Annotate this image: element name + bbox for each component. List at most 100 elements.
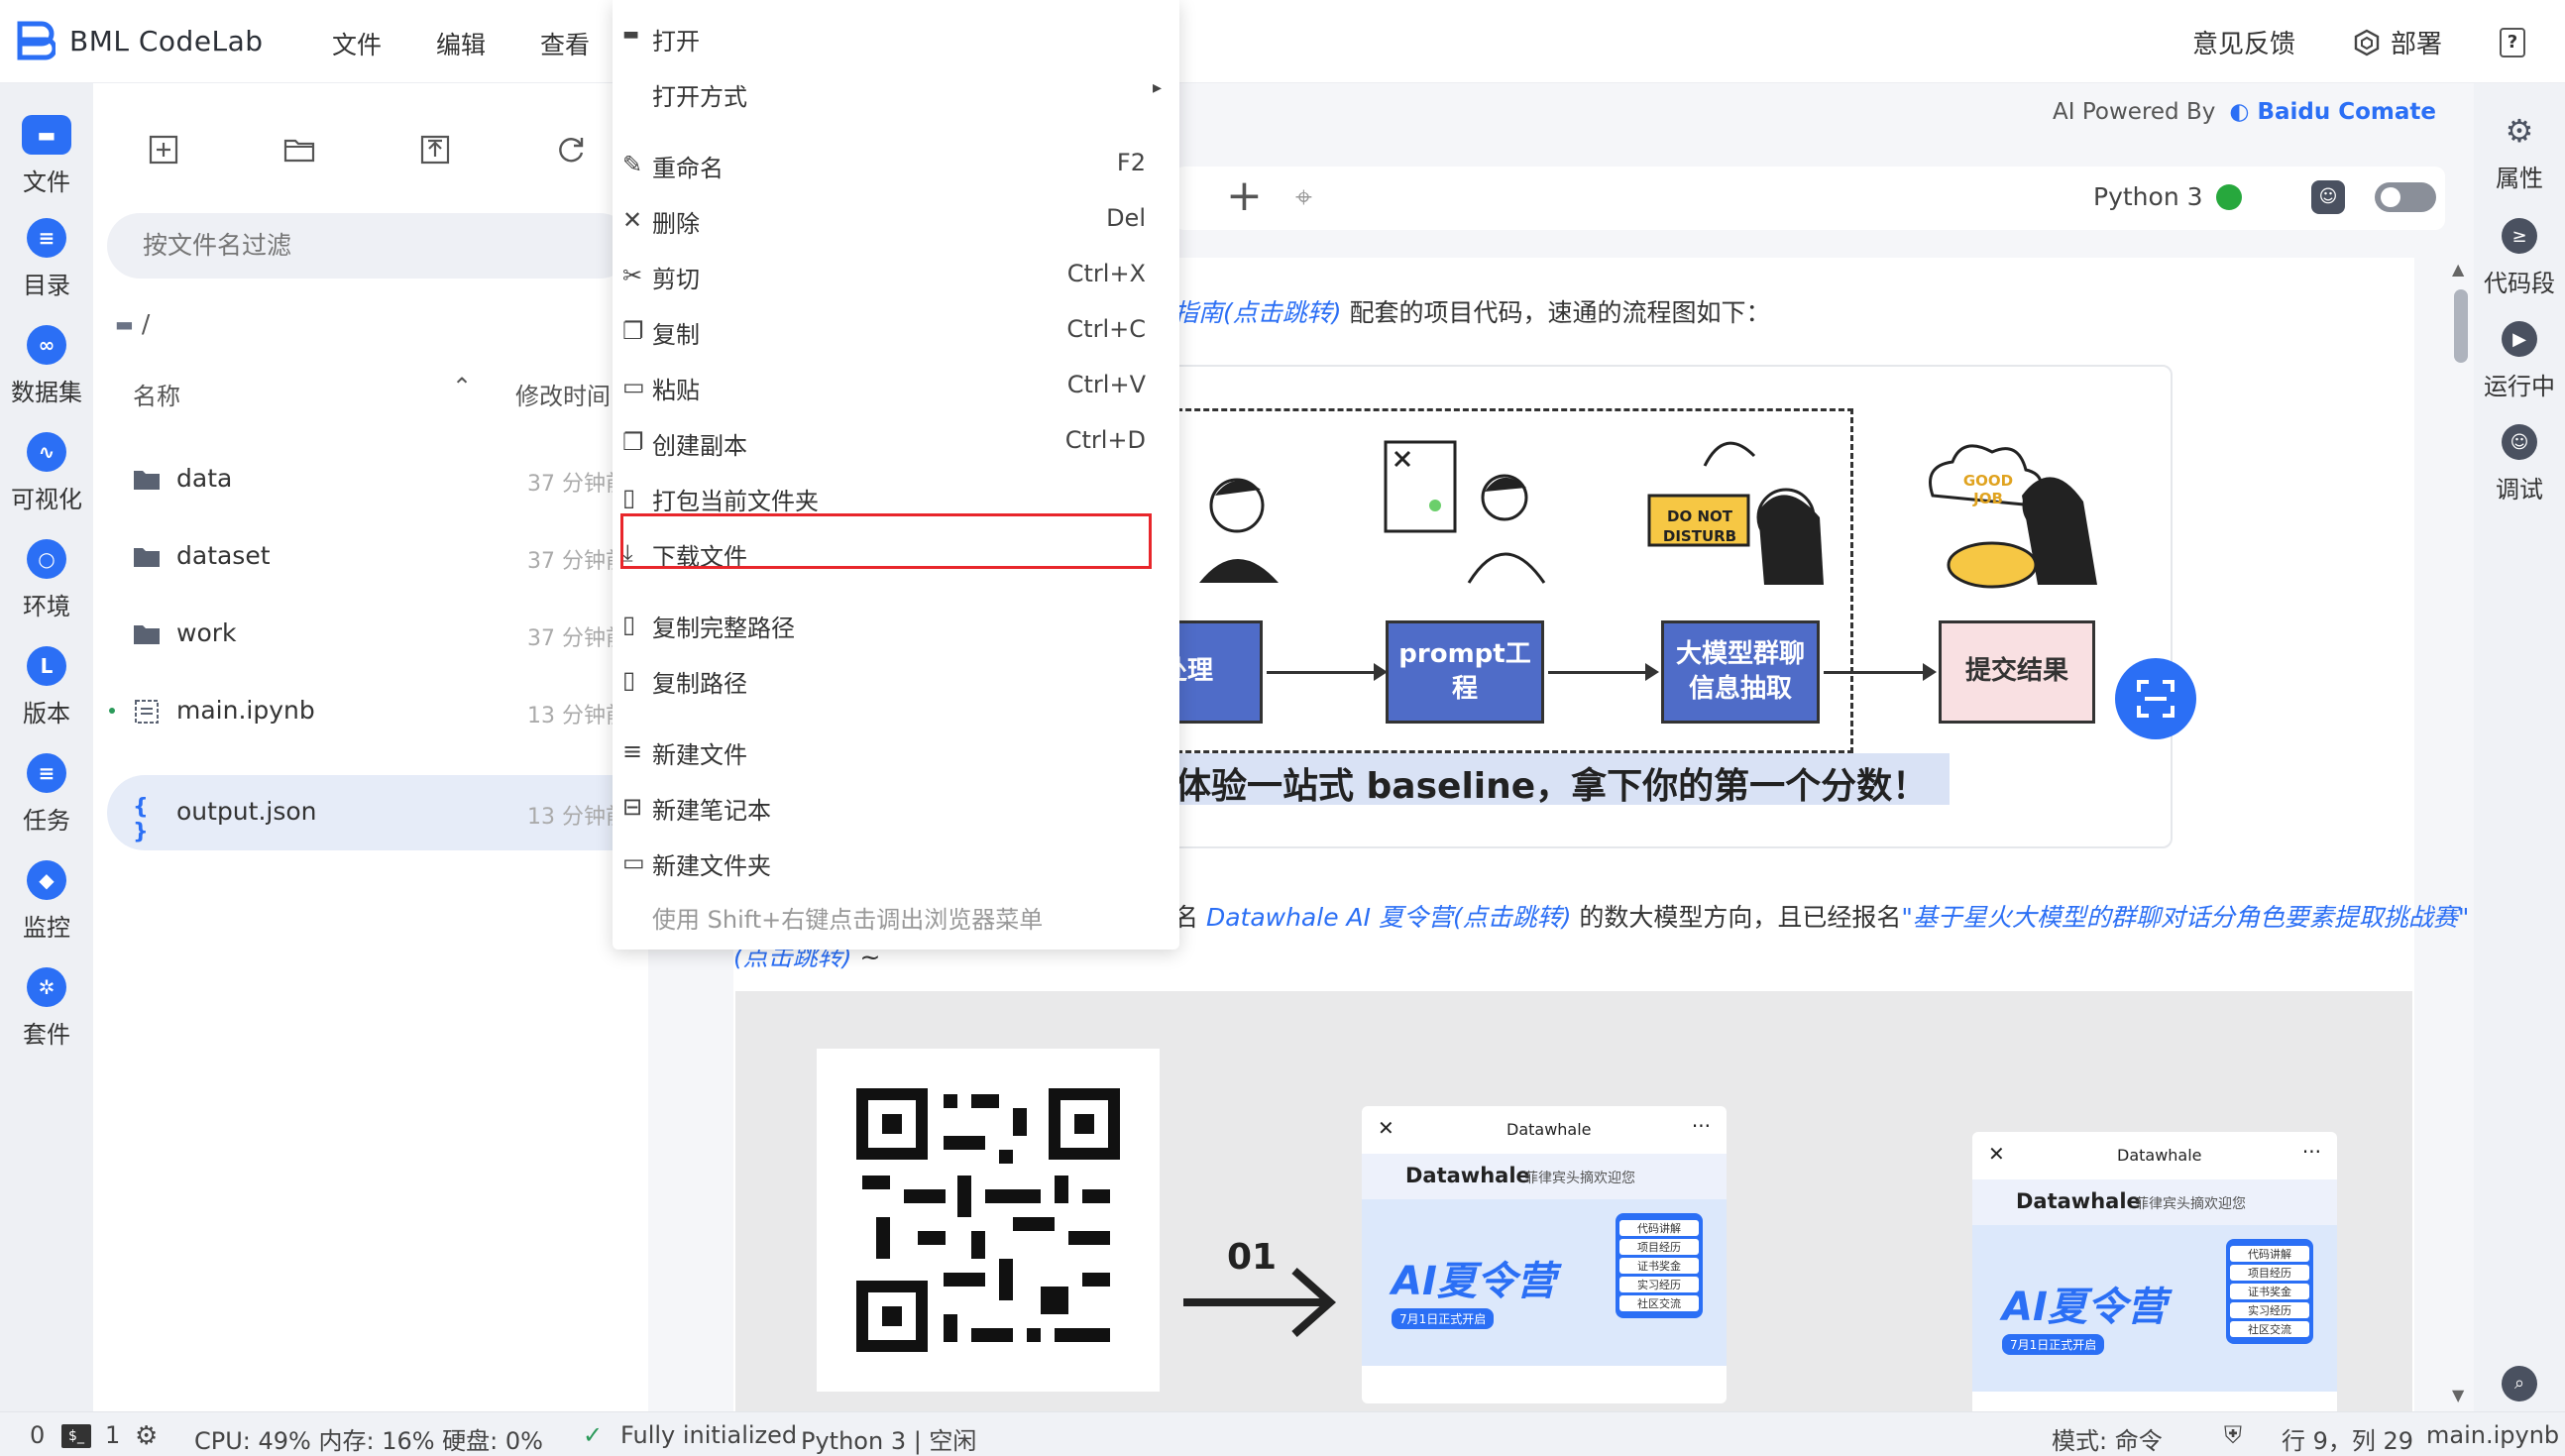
right-running[interactable]: ▶ 运行中 (2474, 321, 2565, 401)
flow-arrow (1824, 663, 1937, 681)
feedback-link[interactable]: 意见反馈 (2192, 24, 2295, 60)
notebook-toolbar: + ⌖ (1174, 167, 2445, 230)
file-row[interactable]: data 37 分钟前 (107, 442, 648, 517)
help-icon[interactable]: ? (2500, 27, 2525, 57)
menu-item-label: 复制 (652, 321, 700, 349)
file-name: data (176, 464, 233, 493)
activity-files[interactable]: ▬ 文件 (0, 115, 93, 197)
activity-version[interactable]: L 版本 (0, 646, 93, 728)
activity-env-label: 环境 (23, 593, 70, 620)
menu-view[interactable]: 查看 (540, 26, 590, 61)
menu-item-copy-path[interactable]: ▯ 复制路径 (613, 654, 1179, 704)
challenge-link[interactable]: "基于星火大模型的群聊对话分角色要素提取挑战赛" (1901, 903, 2469, 932)
activity-files-label: 文件 (23, 168, 70, 196)
scrollbar-thumb[interactable] (2454, 289, 2468, 363)
ai-powered-banner: AI Powered By ◐ Baidu Comate (2053, 99, 2436, 125)
menu-item-open[interactable]: ▬ 打开 (613, 12, 1179, 61)
activity-env[interactable]: ○ 环境 (0, 539, 93, 621)
menu-item-paste[interactable]: ▭ 粘贴 Ctrl+V (613, 361, 1179, 410)
floating-action-button[interactable] (2115, 658, 2196, 739)
upload-icon[interactable] (418, 133, 452, 167)
menu-item-new-notebook[interactable]: ⊟ 新建笔记本 (613, 781, 1179, 831)
menu-file[interactable]: 文件 (332, 26, 382, 61)
summer-camp-link[interactable]: Datawhale AI 夏令营(点击跳转) (1206, 903, 1572, 932)
toggle-switch[interactable] (2375, 182, 2436, 212)
kernel-init-status: Fully initialized (620, 1421, 798, 1449)
comate-logo[interactable]: ◐ Baidu Comate (2229, 99, 2436, 125)
activity-monitor[interactable]: ◆ 监控 (0, 860, 93, 943)
search-icon[interactable]: ⌕ (2502, 1366, 2537, 1401)
menu-edit[interactable]: 编辑 (436, 26, 486, 61)
activity-suite[interactable]: ✲ 套件 (0, 967, 93, 1050)
version-icon: L (27, 646, 66, 686)
chevron-up-icon[interactable]: ⌃ (452, 373, 472, 400)
menu-item-new-folder[interactable]: ▭ 新建文件夹 (613, 837, 1179, 886)
phone-header: ✕ Datawhale ··· (1362, 1106, 1727, 1154)
menu-item-copy-full-path[interactable]: ▯ 复制完整路径 (613, 599, 1179, 648)
right-properties[interactable]: ⚙ 属性 (2474, 112, 2565, 193)
activity-task-label: 任务 (23, 807, 70, 835)
file-row[interactable]: work 37 分钟前 (107, 597, 648, 672)
folder-icon (134, 625, 160, 644)
app-title: BML CodeLab (69, 24, 264, 57)
new-launcher-icon[interactable] (147, 133, 180, 167)
gear-icon: ⚙ (2505, 112, 2534, 150)
kernel-state[interactable]: Python 3 | 空闲 (801, 1421, 976, 1456)
breadcrumb-root: / (141, 309, 151, 338)
poster-title: AI夏令营 (1392, 1259, 1556, 1304)
person-illustration-2 (1384, 440, 1546, 584)
menu-item-new-file[interactable]: ≡ 新建文件 (613, 726, 1179, 775)
poster-date: 7月1日正式开启 (2002, 1334, 2105, 1355)
activity-visualize[interactable]: ∿ 可视化 (0, 432, 93, 514)
menu-item-duplicate[interactable]: ❐ 创建副本 Ctrl+D (613, 416, 1179, 466)
activity-dataset-label: 数据集 (11, 379, 82, 406)
menu-item-label: 剪切 (652, 266, 700, 293)
target-icon[interactable]: ⌖ (1295, 180, 1312, 215)
robot-icon[interactable]: ☺ (2311, 180, 2345, 214)
step-arrow-icon (1183, 1268, 1337, 1337)
menu-item-cut[interactable]: ✂ 剪切 Ctrl+X (613, 250, 1179, 299)
deploy-button[interactable]: 部署 (2353, 24, 2442, 60)
breadcrumb[interactable]: ▬ / (115, 309, 150, 338)
activity-dataset[interactable]: ∞ 数据集 (0, 325, 93, 407)
activity-task[interactable]: ≡ 任务 (0, 753, 93, 836)
new-notebook-icon: ⊟ (622, 793, 643, 821)
menu-item-rename[interactable]: ✎ 重命名 F2 (613, 139, 1179, 188)
file-name: dataset (176, 541, 271, 570)
notebook-icon (135, 700, 159, 724)
poster-tag: 代码讲解 (2230, 1246, 2309, 1262)
add-cell-icon[interactable]: + (1226, 170, 1263, 221)
cursor-position[interactable]: 行 9，列 29 (2282, 1421, 2413, 1456)
file-row-selected[interactable]: { } output.json 13 分钟前 (107, 775, 648, 850)
guide-link[interactable]: 指南(点击跳转) (1173, 298, 1342, 327)
column-name-header[interactable]: 名称 (133, 377, 180, 411)
cell-line-2: 名 Datawhale AI 夏令营(点击跳转) 的数大模型方向，且已经报名"基… (1173, 898, 2469, 934)
right-sidebar: ⚙ 属性 ≥ 代码段 ▶ 运行中 ☺ 调试 ⌕ (2474, 83, 2565, 1411)
menu-item-delete[interactable]: ✕ 删除 Del (613, 194, 1179, 244)
app-logo[interactable]: BML CodeLab (14, 20, 264, 61)
scroll-down-icon[interactable]: ▼ (2452, 1386, 2464, 1404)
activity-toc[interactable]: ≡ 目录 (0, 218, 93, 300)
scroll-up-icon[interactable]: ▲ (2452, 260, 2464, 279)
column-mtime-header[interactable]: 修改时间 (515, 377, 611, 411)
phone-brand-bar: Datawhale 菲律宾头摘欢迎您 (1972, 1179, 2337, 1225)
menu-item-label: 复制完整路径 (652, 615, 795, 642)
refresh-icon[interactable] (554, 133, 588, 167)
logo-icon (17, 21, 56, 60)
menu-item-copy[interactable]: ❐ 复制 Ctrl+C (613, 305, 1179, 355)
right-code-snippets[interactable]: ≥ 代码段 (2474, 218, 2565, 298)
menu-item-open-with[interactable]: 打开方式 ▸ (613, 67, 1179, 117)
activity-visualize-label: 可视化 (11, 486, 82, 513)
kernel-status-indicator (2216, 184, 2242, 210)
file-row[interactable]: main.ipynb 13 分钟前 (107, 674, 648, 749)
file-filter-input[interactable] (107, 213, 632, 279)
close-icon: ✕ (622, 206, 643, 234)
right-debug[interactable]: ☺ 调试 (2474, 424, 2565, 504)
file-row[interactable]: dataset 37 分钟前 (107, 519, 648, 595)
kernel-name[interactable]: Python 3 (2093, 182, 2203, 211)
menu-item-label: 复制路径 (652, 670, 747, 698)
status-count-1[interactable]: 1 (105, 1421, 120, 1449)
activity-toc-label: 目录 (23, 272, 70, 299)
status-count-0[interactable]: 0 (30, 1421, 45, 1449)
new-folder-icon[interactable] (282, 133, 316, 167)
